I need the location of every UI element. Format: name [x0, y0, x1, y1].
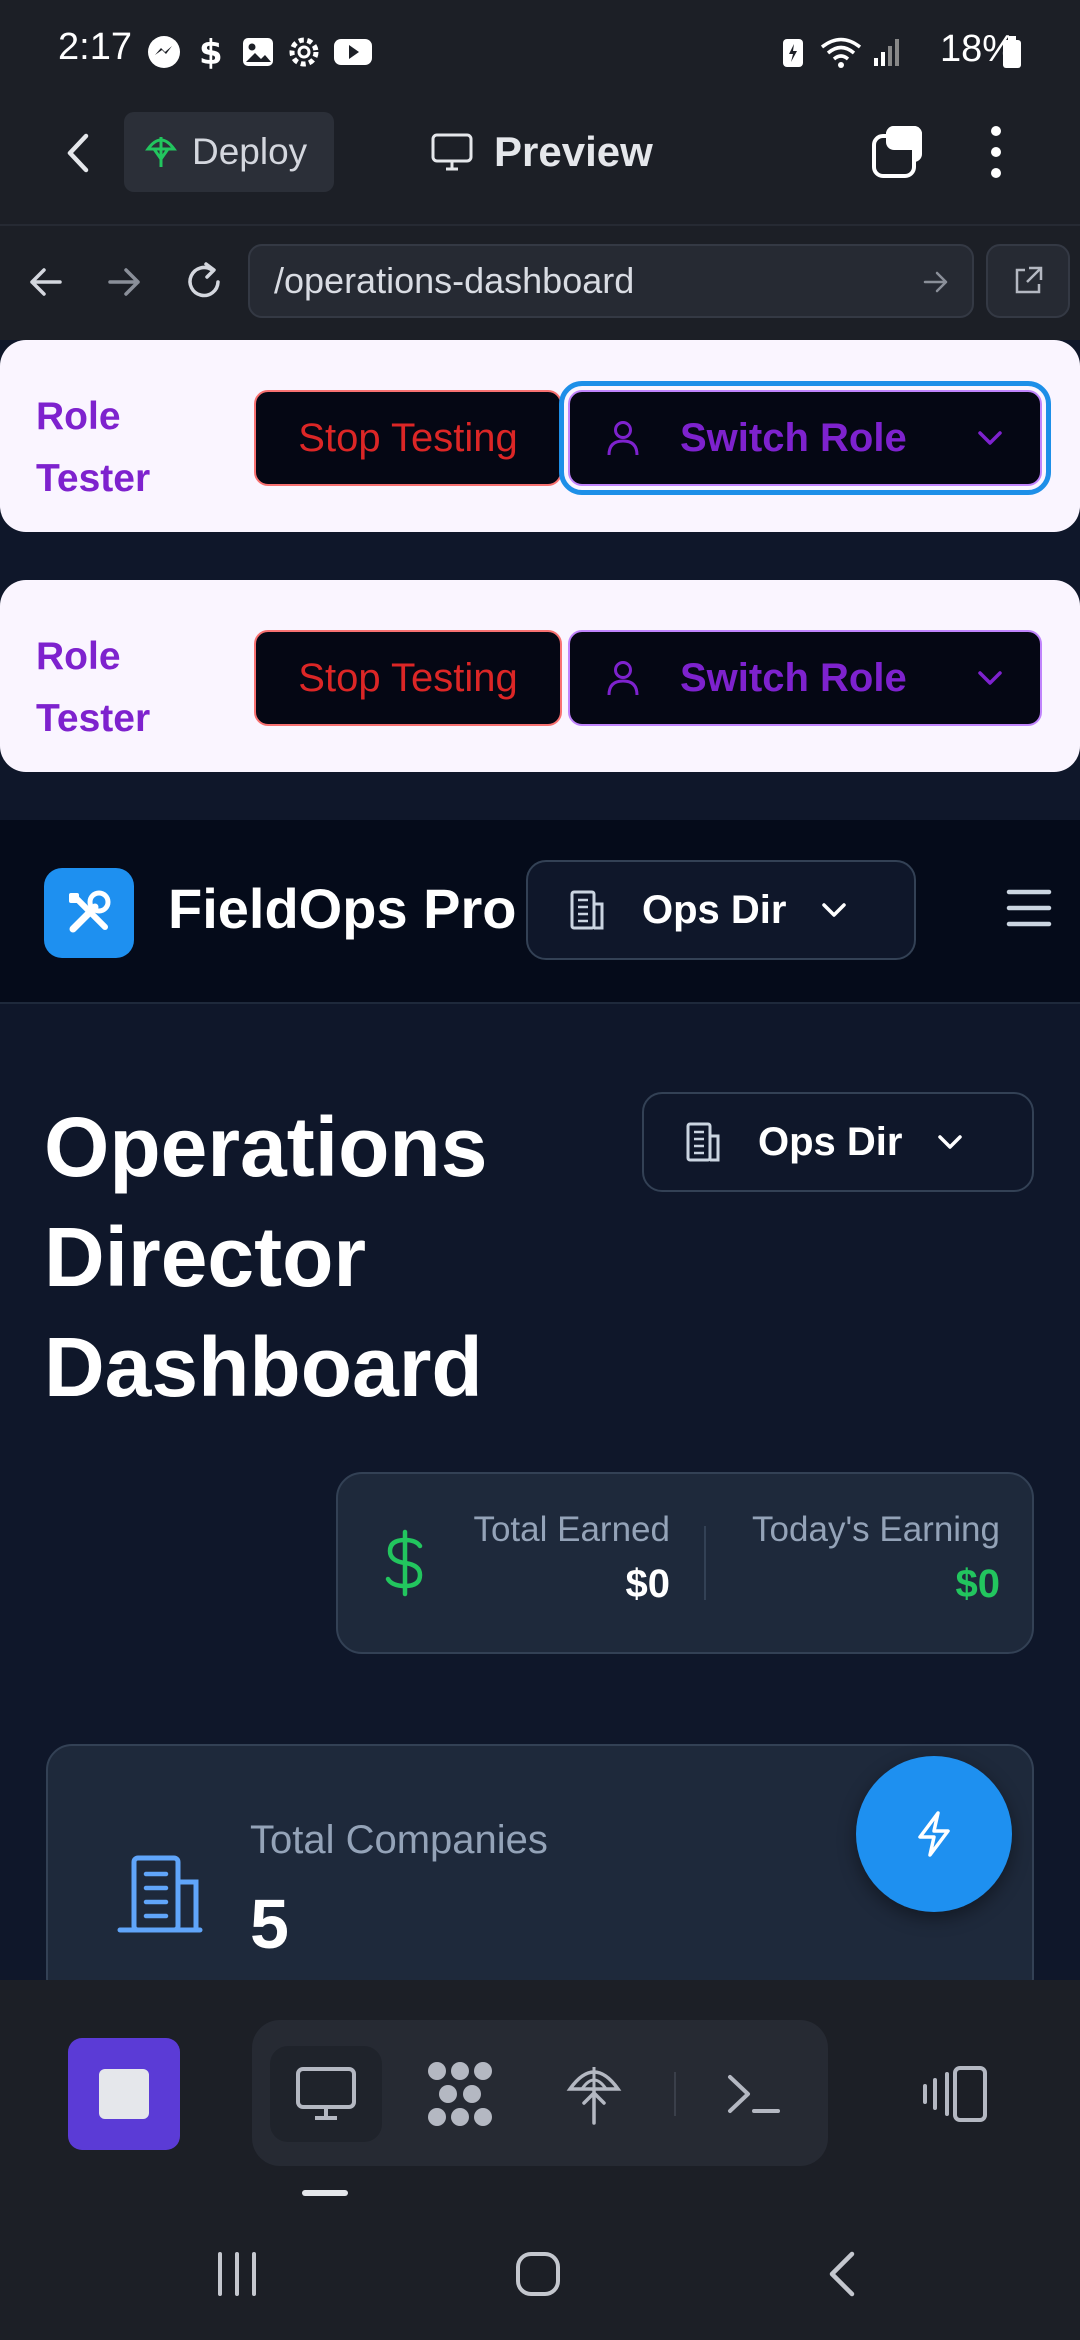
dollar-status-icon: $ — [196, 34, 232, 70]
messenger-icon — [146, 34, 182, 70]
battery-saver-icon — [780, 34, 816, 70]
home-icon[interactable] — [514, 2250, 562, 2298]
more-vert-icon[interactable] — [978, 122, 1014, 182]
svg-text:$: $ — [199, 34, 223, 70]
stop-testing-button[interactable]: Stop Testing — [254, 390, 562, 486]
hamburger-menu-icon[interactable] — [1006, 886, 1052, 930]
app-name: FieldOps Pro — [168, 877, 517, 940]
tools-icon — [63, 887, 115, 939]
open-external-button[interactable] — [986, 244, 1070, 318]
role-tester-title: Role Tester — [36, 395, 151, 500]
go-arrow-icon[interactable] — [922, 268, 950, 296]
todays-earning-value: $0 — [955, 1562, 1001, 1606]
stop-testing-button[interactable]: Stop Testing — [254, 630, 562, 726]
system-back-icon[interactable] — [824, 2250, 860, 2298]
deploy-button[interactable]: Deploy — [124, 112, 334, 192]
switch-role-button[interactable]: Switch Role — [568, 630, 1042, 726]
deploy-label: Deploy — [192, 131, 308, 172]
browser-back-icon[interactable] — [26, 262, 66, 302]
youtube-icon — [332, 34, 374, 70]
tool-graph-button[interactable] — [412, 2046, 508, 2142]
page-title: Operations Director Dashboard — [44, 1100, 488, 1414]
stop-icon — [99, 2069, 149, 2119]
tool-preview-button[interactable] — [270, 2046, 382, 2142]
deploy-icon — [565, 2061, 623, 2127]
user-icon — [606, 659, 640, 697]
battery-icon — [1000, 34, 1024, 70]
signal-icon — [870, 34, 906, 70]
terminal-icon — [724, 2069, 784, 2119]
total-earned-value: $0 — [625, 1562, 671, 1606]
chevron-down-icon — [936, 1132, 964, 1152]
stop-app-button[interactable] — [68, 2038, 180, 2150]
monitor-icon — [295, 2066, 357, 2122]
browser-forward-icon[interactable] — [104, 262, 144, 302]
tool-devices-button[interactable] — [908, 2046, 1004, 2142]
deploy-icon — [144, 133, 178, 171]
role-tester-card: Role Tester Stop Testing Switch Role — [0, 580, 1080, 772]
external-link-icon — [1011, 264, 1045, 298]
dollar-icon — [382, 1528, 428, 1598]
wifi-icon — [818, 34, 864, 70]
tabs-icon[interactable] — [868, 122, 928, 182]
settings-icon — [286, 34, 322, 70]
tool-deploy-button[interactable] — [546, 2046, 642, 2142]
preview-label: Preview — [494, 128, 653, 175]
back-arrow-icon[interactable] — [58, 128, 98, 178]
gallery-icon — [240, 34, 276, 70]
building-icon — [680, 1120, 724, 1164]
chevron-down-icon — [976, 668, 1004, 688]
role-tester-card: Role Tester Stop Testing Switch Role — [0, 340, 1080, 532]
stat-label: Total Companies — [250, 1818, 548, 1862]
recents-icon[interactable] — [214, 2250, 260, 2298]
workflow-icon — [425, 2059, 495, 2129]
building-icon — [564, 888, 608, 932]
chevron-down-icon — [820, 900, 848, 920]
lightning-icon — [912, 1809, 956, 1859]
preview-tab[interactable]: Preview — [430, 128, 653, 176]
devices-icon — [921, 2064, 991, 2124]
dashboard-role-select[interactable]: Ops Dir — [642, 1092, 1034, 1192]
earnings-divider — [704, 1526, 706, 1600]
todays-earning-label: Today's Earning — [752, 1510, 1000, 1549]
switch-role-button[interactable]: Switch Role — [559, 381, 1051, 495]
app-logo[interactable] — [44, 868, 134, 958]
switch-role-label: Switch Role — [680, 655, 907, 700]
reload-icon[interactable] — [182, 260, 226, 304]
chevron-down-icon — [976, 428, 1004, 448]
dashboard-role-label: Ops Dir — [758, 1119, 903, 1164]
tool-divider — [674, 2072, 676, 2116]
user-icon — [606, 419, 640, 457]
tool-shell-button[interactable] — [706, 2046, 802, 2142]
total-earned-label: Total Earned — [473, 1510, 670, 1549]
building-icon — [116, 1852, 204, 1934]
url-field[interactable]: /operations-dashboard — [248, 244, 974, 318]
role-tester-title: Role Tester — [36, 635, 151, 740]
status-time: 2:17 — [58, 26, 132, 68]
url-text: /operations-dashboard — [274, 260, 635, 301]
header-role-label: Ops Dir — [642, 887, 787, 932]
header-role-select[interactable]: Ops Dir — [526, 860, 916, 960]
stat-value: 5 — [250, 1885, 289, 1963]
monitor-icon — [430, 132, 474, 172]
switch-role-label: Switch Role — [680, 415, 907, 460]
active-tab-indicator — [302, 2190, 348, 2196]
quick-action-fab[interactable] — [856, 1756, 1012, 1912]
